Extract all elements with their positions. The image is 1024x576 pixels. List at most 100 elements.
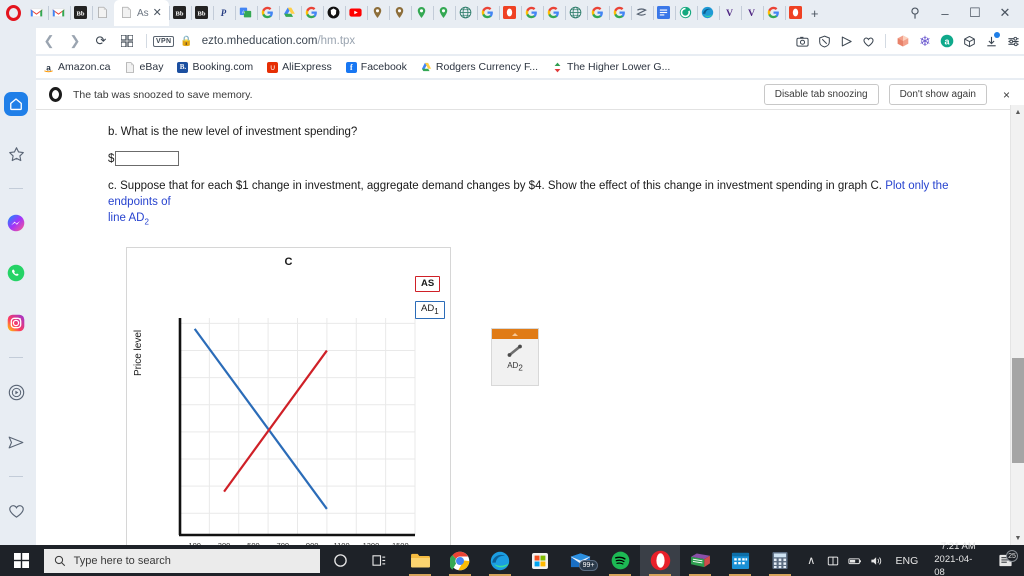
tab-google-tab-3[interactable] [476,0,499,26]
clock[interactable]: 7:21 AM 2021-04-08 [926,541,990,576]
url-text[interactable]: ezto.mheducation.com/hm.tpx [202,35,355,47]
snowflake-icon[interactable]: ❄ [914,28,936,54]
tab-maps-tab-2[interactable] [432,0,455,26]
tab-brave-tab[interactable] [322,0,345,26]
action-center-button[interactable]: 25 [990,550,1020,568]
scrollbar-thumb[interactable] [1012,358,1024,463]
tab-google-tab-1[interactable] [256,0,279,26]
tab-opera-tab-2[interactable] [784,0,807,26]
tab-google-tab-5[interactable] [542,0,565,26]
tab-google-tab-8[interactable] [762,0,785,26]
series-line-ad1[interactable] [193,328,328,510]
speaker-icon[interactable] [866,545,888,576]
vpn-badge[interactable]: VPN [153,35,175,47]
tab-vikings-tab-1[interactable]: V [718,0,741,26]
sidebar-item-instagram[interactable] [0,307,32,339]
series-line-as[interactable] [223,349,328,493]
taskbar-calendar[interactable] [720,545,760,576]
send-icon[interactable] [835,28,857,54]
taskbar-chrome[interactable] [440,545,480,576]
palette-tool-ad2[interactable]: AD2 [492,339,538,373]
back-button[interactable]: ❮ [36,28,62,54]
sidebar-item-whatsapp[interactable] [0,257,32,289]
taskbar-microsoft-store[interactable] [520,545,560,576]
sidebar-item-telegram[interactable] [0,426,32,458]
tab-globe-tab-2[interactable] [564,0,587,26]
taskbar-cortana[interactable] [320,545,360,576]
tab-google-tab-2[interactable] [300,0,323,26]
tab-translate-tab[interactable]: A [234,0,257,26]
question-c-link2[interactable]: line AD [108,212,144,224]
language-indicator[interactable]: ENG [888,555,927,567]
chevron-up-icon[interactable]: ∧ [800,545,822,576]
bookmark-booking[interactable]: B. Booking.com [170,56,260,78]
investment-spending-input[interactable] [115,151,180,166]
shield-block-icon[interactable] [813,28,835,54]
scroll-up-button[interactable]: ▲ [1011,105,1024,119]
bookmark-rodgers[interactable]: Rodgers Currency F... [414,56,545,78]
tab-gmail-tab-1[interactable] [26,0,48,26]
sidebar-item-player[interactable] [0,376,32,408]
taskbar-file-explorer[interactable] [400,545,440,576]
start-button[interactable] [0,545,44,576]
page-scrollbar[interactable]: ▲ ▼ [1010,105,1024,545]
tab-drive-tab[interactable] [278,0,301,26]
tab-blackboard-tab-1[interactable]: Bb [70,0,92,26]
tab-opera-tab-1[interactable] [498,0,521,26]
taskbar-spotify[interactable] [600,545,640,576]
reload-button[interactable]: ⟳ [88,28,114,54]
sidebar-item-pinboard[interactable] [0,495,32,527]
taskbar-search-box[interactable]: Type here to search [43,548,321,573]
battery-icon[interactable] [844,545,866,576]
minimize-icon[interactable]: – [930,0,960,26]
forward-button[interactable]: ❯ [62,28,88,54]
snapshot-icon[interactable] [791,28,813,54]
tab-docs-tab[interactable] [652,0,675,26]
palette-header[interactable] [492,329,538,339]
drawing-tool-palette[interactable]: AD2 [491,328,539,386]
tab-blackboard-tab-3[interactable]: Bb [190,0,213,26]
close-notification-icon[interactable]: × [997,88,1016,102]
maximize-icon[interactable]: ☐ [960,0,990,26]
tab-search-icon[interactable]: ⚲ [900,0,930,26]
taskbar-edge[interactable] [480,545,520,576]
cube-pink-icon[interactable] [892,28,914,54]
legend-as[interactable]: AS [415,276,441,292]
bookmark-ebay[interactable]: eBay [118,56,171,78]
tab-maps-tab-1[interactable] [410,0,433,26]
dont-show-again-button[interactable]: Don't show again [888,84,987,105]
bookmark-facebook[interactable]: f Facebook [339,56,414,78]
tab-vikings-tab-2[interactable]: V [740,0,763,26]
tab-document-tab-1[interactable] [92,0,114,26]
sidebar-item-home[interactable] [0,88,32,120]
display-icon[interactable] [822,545,844,576]
downloads-icon[interactable] [980,28,1002,54]
tab-maps-pin-tab-1[interactable] [366,0,389,26]
tab-squiggle-tab[interactable] [630,0,653,26]
taskbar-calculator[interactable] [760,545,800,576]
tab-google-tab-7[interactable] [608,0,631,26]
tab-paypal-tab[interactable]: P [212,0,235,26]
taskbar-winrar[interactable] [680,545,720,576]
bookmark-higherlower[interactable]: The Higher Lower G... [545,56,677,78]
legend-ad1[interactable]: AD1 [415,301,445,319]
tab-assignment-tab[interactable]: As ✕ [114,0,169,26]
taskbar-opera[interactable] [640,545,681,576]
tab-green-o-tab[interactable] [674,0,697,26]
graph-plot[interactable]: 100300500700900110013001500 [127,248,452,545]
bookmark-aliexpress[interactable]: ∪ AliExpress [260,56,339,78]
opera-menu-button[interactable] [0,0,26,26]
package-icon[interactable] [958,28,980,54]
close-icon[interactable]: ✕ [990,0,1020,26]
tab-youtube-tab[interactable] [344,0,367,26]
tab-edge-tab[interactable] [696,0,719,26]
tab-blackboard-tab-2[interactable]: Bb [168,0,191,26]
sidebar-item-favorites[interactable] [0,138,32,170]
tab-gmail-tab-2[interactable] [48,0,70,26]
amazon-assistant-icon[interactable]: a [936,28,958,54]
disable-tab-snoozing-button[interactable]: Disable tab snoozing [763,84,879,105]
tab-maps-pin-tab-2[interactable] [388,0,411,26]
tab-google-tab-6[interactable] [586,0,609,26]
graph-c-card[interactable]: C Price level 10030050070090011001300150… [126,247,451,545]
taskbar-task-view[interactable] [360,545,400,576]
